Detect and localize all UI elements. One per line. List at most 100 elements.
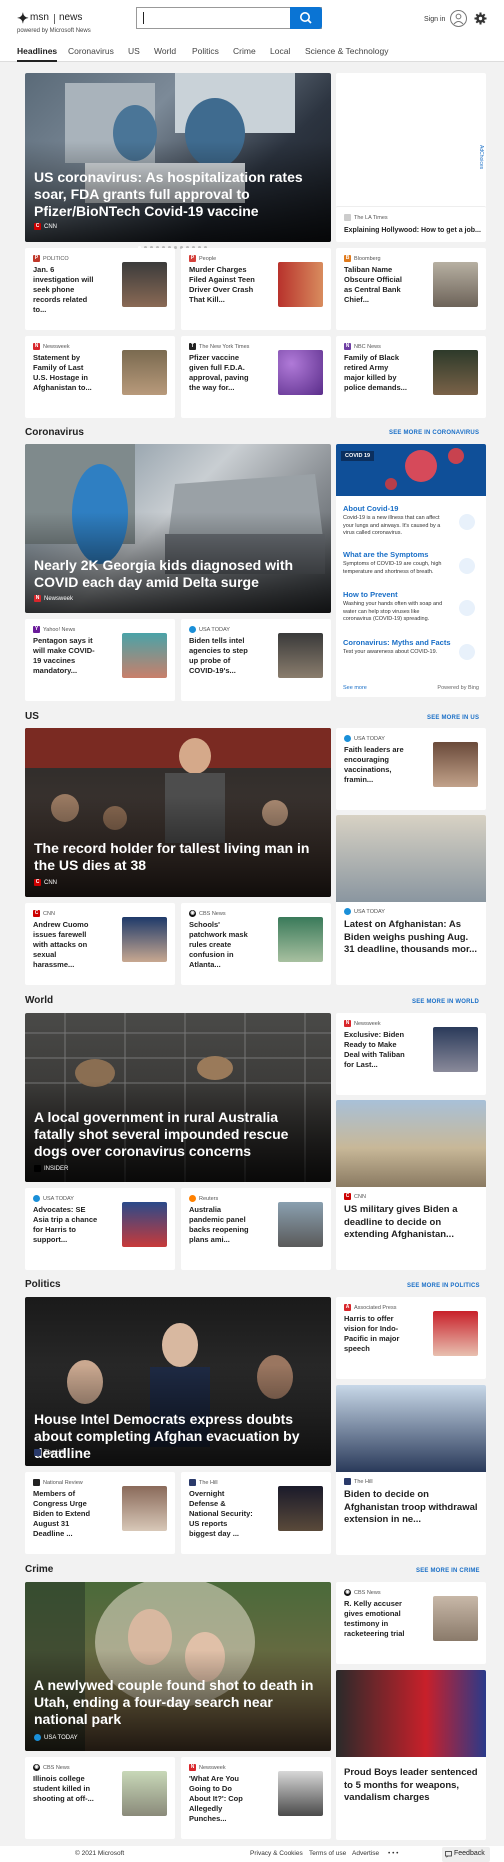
us-hero-card[interactable]: The record holder for tallest living man… (25, 728, 331, 897)
see-more-world-link[interactable]: SEE MORE IN WORLD (412, 999, 479, 1005)
news-card[interactable]: T The New York Times Pfizer vaccine given… (181, 336, 331, 418)
card-title[interactable]: US military gives Biden a deadline to de… (344, 1204, 478, 1242)
hero-source-name: INSIDER (44, 1165, 69, 1172)
hero-title[interactable]: A local government in rural Australia fa… (34, 1109, 321, 1160)
covid-item-symptoms[interactable]: What are the Symptoms Symptoms of COVID-… (341, 546, 479, 582)
covid-item-title[interactable]: About Covid-19 (343, 504, 398, 513)
photo-news-card[interactable]: Proud Boys leader sentenced to 5 months … (336, 1670, 486, 1840)
news-card[interactable]: B Bloomberg Taliban Name Obscure Official… (336, 248, 486, 330)
card-title[interactable]: Harris to offer vision for Indo-Pacific … (344, 1314, 410, 1354)
card-title[interactable]: R. Kelly accuser gives emotional testimo… (344, 1599, 410, 1639)
avatar-icon[interactable] (450, 10, 467, 27)
news-card[interactable]: The Hill Overnight Defense & National Se… (181, 1472, 331, 1554)
covid-item-title[interactable]: What are the Symptoms (343, 550, 428, 559)
card-title[interactable]: Biden tells intel agencies to step up pr… (189, 636, 255, 676)
news-card[interactable]: N Newsweek Statement by Family of Last U.… (25, 336, 175, 418)
covid-item-title[interactable]: How to Prevent (343, 590, 398, 599)
see-more-politics-link[interactable]: SEE MORE IN POLITICS (407, 1283, 480, 1289)
news-card[interactable]: USA TODAY Biden tells intel agencies to … (181, 619, 331, 701)
card-title[interactable]: Taliban Name Obscure Official as Central… (344, 265, 410, 305)
see-more-crime-link[interactable]: SEE MORE IN CRIME (416, 1568, 480, 1574)
card-title[interactable]: Explaining Hollywood: How to get a job..… (344, 226, 484, 236)
photo-news-card[interactable]: C CNN US military gives Biden a deadline … (336, 1100, 486, 1270)
news-card[interactable]: P POLITICO Jan. 6 investigation will seek… (25, 248, 175, 330)
card-title[interactable]: Latest on Afghanistan: As Biden weighs p… (344, 919, 478, 957)
privacy-link[interactable]: Privacy & Cookies (250, 1850, 303, 1857)
news-card[interactable]: ◉ CBS News Illinois college student kille… (25, 1757, 175, 1839)
photo-news-card[interactable]: USA TODAY Latest on Afghanistan: As Bide… (336, 815, 486, 985)
card-title[interactable]: Advocates: SE Asia trip a chance for Har… (33, 1205, 99, 1245)
feedback-button[interactable]: Feedback (442, 1847, 490, 1862)
news-card[interactable]: National Review Members of Congress Urge… (25, 1472, 175, 1554)
politics-hero-card[interactable]: House Intel Democrats express doubts abo… (25, 1297, 331, 1466)
covid-item-myths[interactable]: Coronavirus: Myths and Facts Test your a… (341, 634, 479, 666)
photo-news-card[interactable]: The Hill Biden to decide on Afghanistan … (336, 1385, 486, 1555)
hero-title[interactable]: The record holder for tallest living man… (34, 840, 321, 874)
see-more-us-link[interactable]: SEE MORE IN US (427, 715, 479, 721)
card-title[interactable]: Overnight Defense & National Security: U… (189, 1489, 255, 1539)
tab-headlines[interactable]: Headlines (17, 46, 58, 62)
card-title[interactable]: Schools' patchwork mask rules create con… (189, 920, 255, 970)
news-card[interactable]: N Newsweek 'What Are You Going to Do Abou… (181, 1757, 331, 1839)
advertise-link[interactable]: Advertise (352, 1850, 379, 1857)
card-title[interactable]: Murder Charges Filed Against Teen Driver… (189, 265, 255, 305)
tab-science-technology[interactable]: Science & Technology (305, 46, 388, 56)
card-title[interactable]: Statement by Family of Last U.S. Hostage… (33, 353, 99, 393)
side-news-card[interactable]: The LA Times Explaining Hollywood: How t… (336, 206, 486, 242)
msn-news-logo[interactable]: ✦ msn news powered by Microsoft News (17, 9, 117, 35)
card-title[interactable]: Exclusive: Biden Ready to Make Deal with… (344, 1030, 410, 1070)
card-title[interactable]: Members of Congress Urge Biden to Extend… (33, 1489, 99, 1539)
news-card[interactable]: N Newsweek Exclusive: Biden Ready to Make… (336, 1013, 486, 1095)
card-title[interactable]: 'What Are You Going to Do About It?': Co… (189, 1774, 255, 1824)
hero-title[interactable]: Nearly 2K Georgia kids diagnosed with CO… (34, 557, 321, 591)
gear-icon[interactable] (474, 12, 487, 25)
tab-coronavirus[interactable]: Coronavirus (68, 46, 114, 56)
news-card[interactable]: A Associated Press Harris to offer vision… (336, 1297, 486, 1379)
card-title[interactable]: Illinois college student killed in shoot… (33, 1774, 99, 1804)
card-title[interactable]: Pentagon says it will make COVID-19 vacc… (33, 636, 99, 676)
news-card[interactable]: ◉ CBS News Schools' patchwork mask rules … (181, 903, 331, 985)
news-card[interactable]: ◉ CBS News R. Kelly accuser gives emotion… (336, 1582, 486, 1664)
card-title[interactable]: Proud Boys leader sentenced to 5 months … (344, 1767, 478, 1805)
coronavirus-hero-card[interactable]: Nearly 2K Georgia kids diagnosed with CO… (25, 444, 331, 613)
hero-source-name: Newsweek (44, 595, 74, 602)
sign-in-link[interactable]: Sign in (424, 16, 445, 23)
tab-politics[interactable]: Politics (192, 46, 219, 56)
card-title[interactable]: Family of Black retired Army major kille… (344, 353, 410, 393)
hero-title[interactable]: US coronavirus: As hospitalization rates… (34, 169, 321, 220)
news-card[interactable]: USA TODAY Faith leaders are encouraging … (336, 728, 486, 810)
adchoices-label[interactable]: AdChoices (478, 145, 484, 169)
covid-item-title[interactable]: Coronavirus: Myths and Facts (343, 638, 451, 647)
card-thumbnail (433, 262, 478, 307)
hero-title[interactable]: A newlywed couple found shot to death in… (34, 1677, 321, 1728)
bloomberg-icon: B (344, 255, 351, 262)
world-hero-card[interactable]: A local government in rural Australia fa… (25, 1013, 331, 1182)
search-button[interactable] (290, 7, 322, 29)
news-card[interactable]: Y Yahoo! News Pentagon says it will make … (25, 619, 175, 701)
covid-item-about[interactable]: About Covid-19 Covid-19 is a new illness… (341, 500, 479, 542)
tab-us[interactable]: US (128, 46, 140, 56)
top-hero-card[interactable]: US coronavirus: As hospitalization rates… (25, 73, 331, 242)
tab-local[interactable]: Local (270, 46, 290, 56)
news-card[interactable]: C CNN Andrew Cuomo issues farewell with a… (25, 903, 175, 985)
card-title[interactable]: Faith leaders are encouraging vaccinatio… (344, 745, 410, 785)
card-title[interactable]: Jan. 6 investigation will seek phone rec… (33, 265, 99, 315)
more-links-button[interactable]: • • • (388, 1850, 398, 1857)
covid-item-prevent[interactable]: How to Prevent Washing your hands often … (341, 586, 479, 630)
terms-link[interactable]: Terms of use (309, 1850, 346, 1857)
news-card[interactable]: USA TODAY Advocates: SE Asia trip a chan… (25, 1188, 175, 1270)
card-title[interactable]: Pfizer vaccine given full F.D.A. approva… (189, 353, 255, 393)
crime-hero-card[interactable]: A newlywed couple found shot to death in… (25, 1582, 331, 1751)
tab-world[interactable]: World (154, 46, 176, 56)
news-card[interactable]: Reuters Australia pandemic panel backs r… (181, 1188, 331, 1270)
news-card[interactable]: N NBC News Family of Black retired Army m… (336, 336, 486, 418)
card-title[interactable]: Biden to decide on Afghanistan troop wit… (344, 1489, 478, 1527)
hero-title[interactable]: House Intel Democrats express doubts abo… (34, 1411, 321, 1462)
news-card[interactable]: P People Murder Charges Filed Against Tee… (181, 248, 331, 330)
see-more-coronavirus-link[interactable]: SEE MORE IN CORONAVIRUS (389, 430, 479, 436)
tab-crime[interactable]: Crime (233, 46, 256, 56)
card-title[interactable]: Andrew Cuomo issues farewell with attack… (33, 920, 99, 970)
card-title[interactable]: Australia pandemic panel backs reopening… (189, 1205, 255, 1245)
section-heading-crime: Crime (25, 1564, 54, 1575)
covid-see-more-link[interactable]: See more (343, 685, 367, 691)
